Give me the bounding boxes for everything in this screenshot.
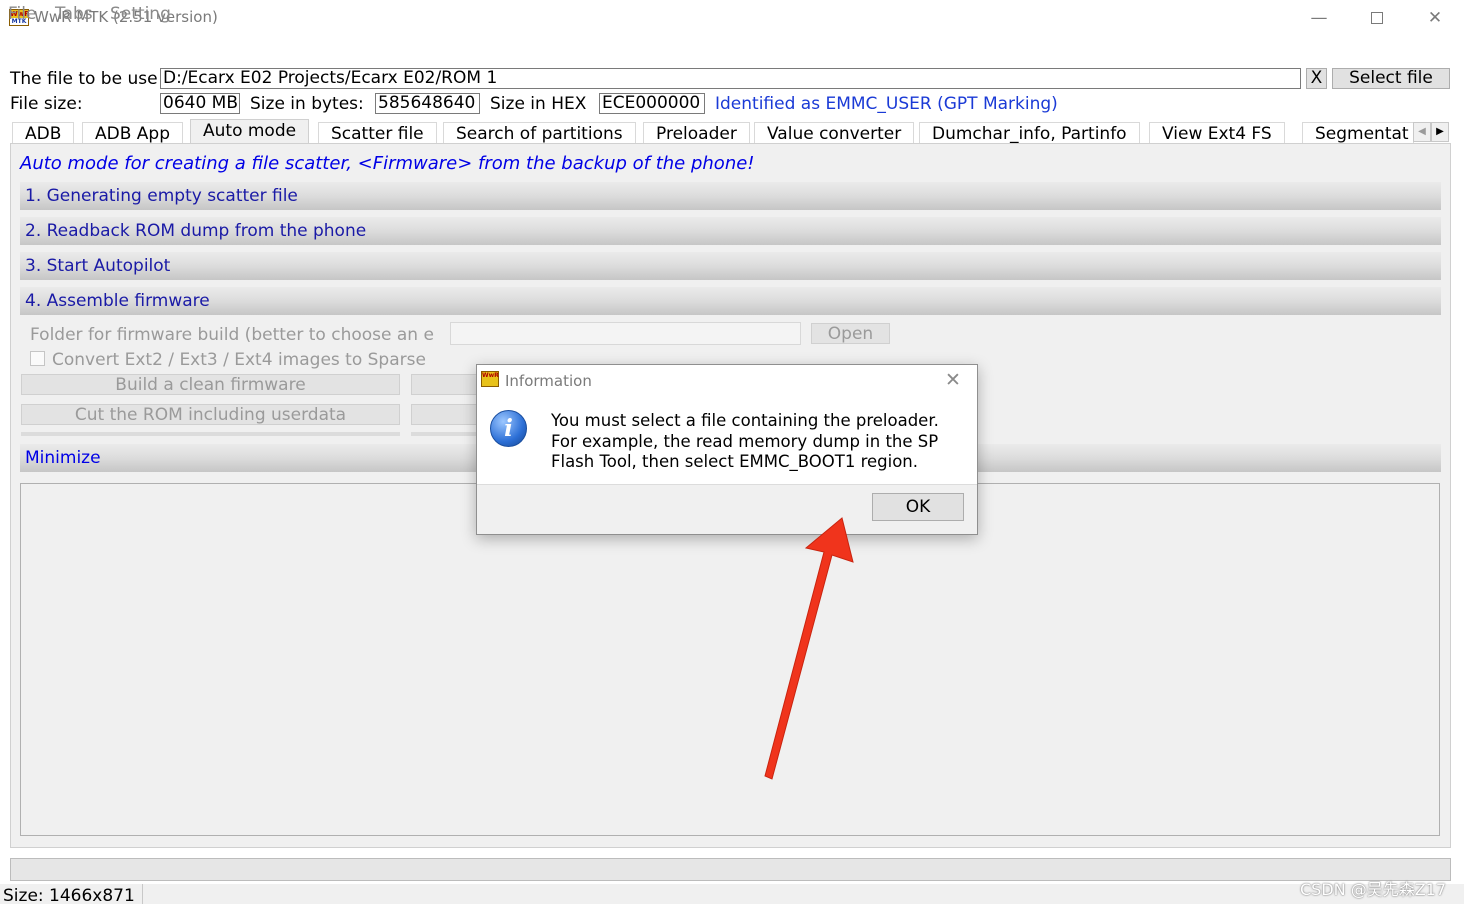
menu-bar xyxy=(0,36,1464,63)
firmware-folder-input[interactable] xyxy=(450,322,801,345)
file-size-field[interactable]: 0640 MB xyxy=(160,93,240,114)
tab-segmentation[interactable]: Segmentat xyxy=(1302,122,1414,144)
select-file-button[interactable]: Select file xyxy=(1332,68,1450,89)
collapsed-button-edge xyxy=(411,432,481,436)
size-bytes-label: Size in bytes: xyxy=(250,94,364,114)
tab-adb-app[interactable]: ADB App xyxy=(82,122,183,144)
cut-rom-button[interactable]: Cut the ROM including userdata xyxy=(21,404,400,425)
section-assemble-firmware[interactable]: 4. Assemble firmware xyxy=(20,287,1441,315)
menu-file[interactable]: File xyxy=(8,4,36,24)
status-size-text: Size: 1466x871 xyxy=(3,886,135,906)
open-folder-button[interactable]: Open xyxy=(811,323,890,344)
file-to-use-label: The file to be use xyxy=(10,69,158,89)
size-bytes-field[interactable]: 585648640 xyxy=(375,93,480,114)
sparse-checkbox[interactable] xyxy=(30,351,45,366)
menu-setting[interactable]: Setting xyxy=(110,4,171,24)
dialog-title: Information xyxy=(505,372,592,390)
secondary-cut-button[interactable] xyxy=(411,404,481,425)
scroll-left-icon[interactable]: ◀ xyxy=(1413,122,1431,142)
section-generate-scatter[interactable]: 1. Generating empty scatter file xyxy=(20,182,1441,210)
size-hex-field[interactable]: ECE000000 xyxy=(599,93,705,114)
tab-auto-mode[interactable]: Auto mode xyxy=(190,119,310,144)
ok-button[interactable]: OK xyxy=(872,493,964,521)
tab-view-ext4-fs[interactable]: View Ext4 FS xyxy=(1149,122,1285,144)
tab-search-partitions[interactable]: Search of partitions xyxy=(443,122,636,144)
scroll-right-icon[interactable]: ▶ xyxy=(1431,122,1449,142)
section-readback-rom[interactable]: 2. Readback ROM dump from the phone xyxy=(20,217,1441,245)
minimize-icon: — xyxy=(1310,8,1328,28)
progress-bar xyxy=(10,858,1451,881)
app-logo-icon: WwR xyxy=(481,371,499,387)
dialog-message-line: You must select a file containing the pr… xyxy=(551,411,939,430)
tab-scatter-file[interactable]: Scatter file xyxy=(318,122,437,144)
title-bar xyxy=(0,0,1464,36)
section-start-autopilot[interactable]: 3. Start Autopilot xyxy=(20,252,1441,280)
size-hex-label: Size in HEX xyxy=(490,94,587,114)
dialog-message: You must select a file containing the pr… xyxy=(551,411,971,473)
tab-dumchar-info[interactable]: Dumchar_info, Partinfo xyxy=(919,122,1140,144)
secondary-action-button[interactable] xyxy=(411,374,481,395)
firmware-folder-label: Folder for firmware build (better to cho… xyxy=(30,325,434,345)
maximize-icon xyxy=(1371,12,1383,24)
tab-scroll-buttons: ◀ ▶ xyxy=(1413,122,1450,142)
dialog-close-icon[interactable]: ✕ xyxy=(945,369,961,391)
clear-file-button[interactable]: X xyxy=(1306,68,1327,89)
tab-adb[interactable]: ADB xyxy=(12,122,75,144)
identified-partition-text: Identified as EMMC_USER (GPT Marking) xyxy=(715,94,1058,114)
log-output-area[interactable] xyxy=(20,483,1440,836)
collapsed-button-edge xyxy=(21,432,400,436)
auto-mode-caption: Auto mode for creating a file scatter, <… xyxy=(20,153,755,174)
status-bar xyxy=(0,884,1464,904)
csdn-watermark: CSDN @吴先森Z17 xyxy=(1300,880,1447,899)
sparse-label: Convert Ext2 / Ext3 / Ext4 images to Spa… xyxy=(52,350,426,370)
close-window-button[interactable]: ✕ xyxy=(1406,0,1464,36)
file-path-input[interactable]: D:/Ecarx E02 Projects/Ecarx E02/ROM 1 xyxy=(160,68,1301,89)
tab-preloader[interactable]: Preloader xyxy=(643,122,750,144)
status-divider xyxy=(142,884,143,904)
minimize-window-button[interactable]: — xyxy=(1290,0,1348,36)
build-clean-firmware-button[interactable]: Build a clean firmware xyxy=(21,374,400,395)
tab-value-converter[interactable]: Value converter xyxy=(754,122,915,144)
dialog-message-line: For example, the read memory dump in the… xyxy=(551,431,939,451)
information-dialog: WwR Information ✕ i You must select a fi… xyxy=(476,364,978,535)
dialog-message-line: Flash Tool, then select EMMC_BOOT1 regio… xyxy=(551,452,918,471)
file-size-label: File size: xyxy=(10,94,83,114)
info-icon: i xyxy=(490,410,527,447)
menu-tabs[interactable]: Tabs xyxy=(55,4,93,24)
close-icon: ✕ xyxy=(1427,8,1443,28)
maximize-window-button[interactable] xyxy=(1348,0,1406,36)
